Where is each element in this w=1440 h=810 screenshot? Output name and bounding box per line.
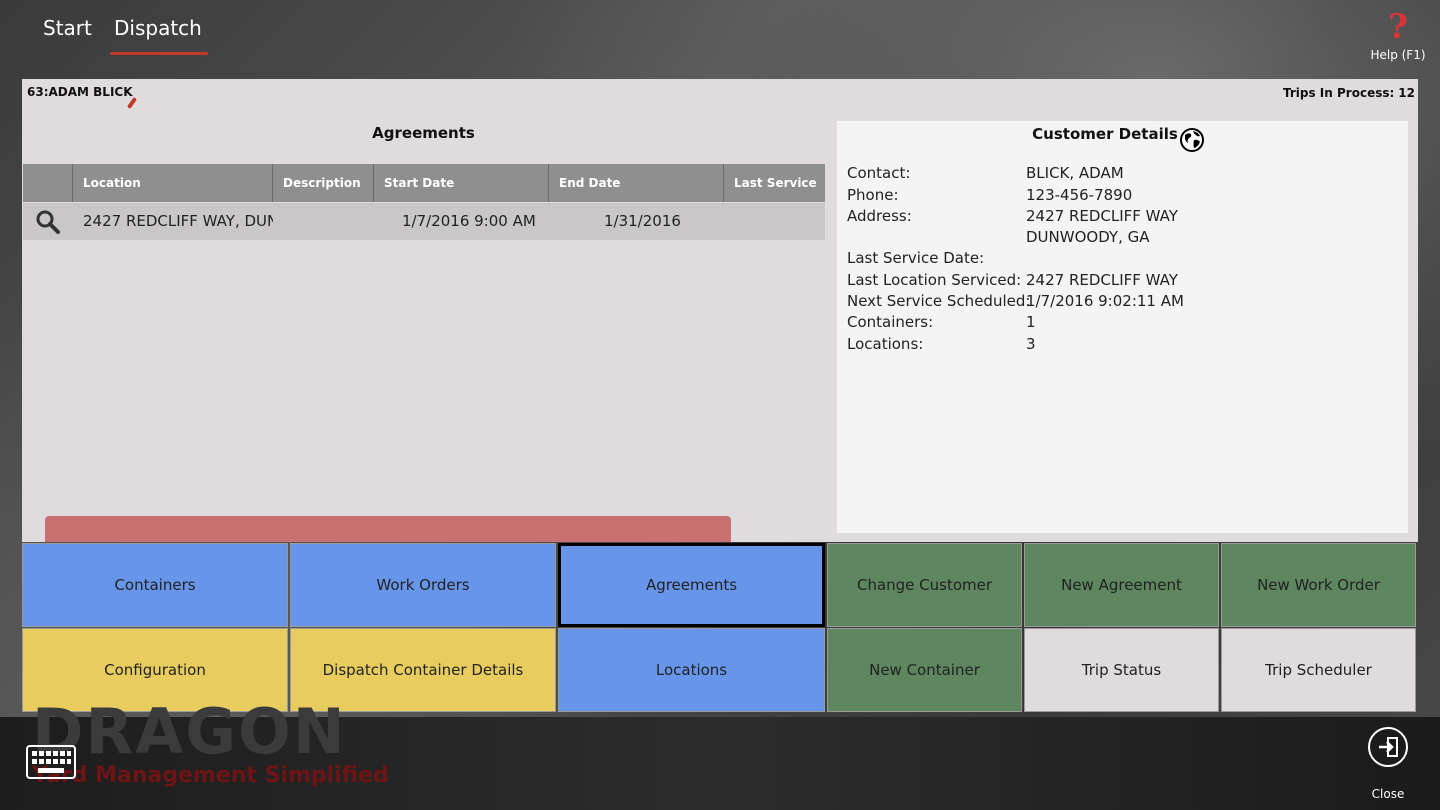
close-label: Close (1371, 787, 1405, 801)
tab-dispatch[interactable]: Dispatch (110, 16, 208, 55)
search-icon[interactable] (23, 203, 73, 240)
header-icon-col (23, 164, 73, 202)
main-panel: 63:ADAM BLICK Trips In Process: 12 Agreem… (22, 79, 1418, 542)
address-line2: DUNWOODY, GA (1026, 228, 1150, 246)
change-customer-button[interactable]: Change Customer (827, 543, 1022, 627)
last-location-label: Last Location Serviced: (847, 271, 1022, 289)
contact-value: BLICK, ADAM (1026, 164, 1124, 182)
customer-details-panel: Customer Details Contact: BLICK, ADAM Ph… (837, 121, 1408, 533)
trips-label: Trips In Process: (1283, 86, 1395, 100)
cell-end-date: 1/31/2016 (604, 212, 681, 230)
last-location-value: 2427 REDCLIFF WAY (1026, 271, 1178, 289)
tab-start[interactable]: Start (43, 16, 92, 44)
containers-value: 1 (1026, 313, 1036, 331)
next-service-label: Next Service Scheduled: (847, 292, 1031, 310)
new-agreement-button[interactable]: New Agreement (1024, 543, 1219, 627)
agreements-table-header: Location Description Start Date End Date… (23, 164, 825, 202)
locations-label: Locations: (847, 335, 924, 353)
help-label: Help (F1) (1370, 48, 1426, 62)
column-header-location[interactable]: Location (73, 164, 273, 202)
trip-scheduler-button[interactable]: Trip Scheduler (1221, 628, 1416, 712)
column-header-last-service[interactable]: Last Service (724, 164, 825, 202)
footer-bar: DRAGON Yard Management Simplified Close (0, 701, 1440, 810)
horizontal-scrollbar[interactable] (45, 516, 731, 542)
containers-label: Containers: (847, 313, 934, 331)
contact-label: Contact: (847, 164, 911, 182)
brand-tagline: Yard Management Simplified (32, 763, 389, 788)
exit-icon (1368, 727, 1408, 767)
address-line1: 2427 REDCLIFF WAY (1026, 207, 1178, 225)
locations-button[interactable]: Locations (558, 628, 825, 712)
cell-start-date: 1/7/2016 9:00 AM (402, 212, 536, 230)
new-container-button[interactable]: New Container (827, 628, 1022, 712)
customer-details-title: Customer Details (1032, 125, 1178, 143)
column-header-start-date[interactable]: Start Date (374, 164, 549, 202)
brand-watermark: DRAGON Yard Management Simplified (32, 701, 389, 789)
help-question-icon: ? (1388, 7, 1408, 47)
trips-in-process: Trips In Process: 12 (1279, 86, 1415, 100)
cell-last-service (724, 203, 825, 240)
phone-value: 123-456-7890 (1026, 186, 1133, 204)
column-header-end-date[interactable]: End Date (549, 164, 724, 202)
last-service-date-label: Last Service Date: (847, 249, 985, 267)
locations-value: 3 (1026, 335, 1036, 353)
help-button[interactable]: ? Help (F1) (1370, 10, 1426, 62)
work-orders-button[interactable]: Work Orders (290, 543, 556, 627)
cell-location: 2427 REDCLIFF WAY, DUNW (83, 212, 273, 230)
brand-name: DRAGON (32, 695, 347, 768)
globe-icon[interactable] (1179, 127, 1205, 153)
table-row[interactable]: 2427 REDCLIFF WAY, DUNW 1/7/2016 9:00 AM… (23, 203, 825, 240)
trips-value: 12 (1398, 86, 1415, 100)
agreements-button[interactable]: Agreements (558, 543, 825, 627)
phone-label: Phone: (847, 186, 899, 204)
cell-description (273, 203, 374, 240)
next-service-value: 1/7/2016 9:02:11 AM (1026, 292, 1184, 310)
address-label: Address: (847, 207, 912, 225)
trip-status-button[interactable]: Trip Status (1024, 628, 1219, 712)
keyboard-icon[interactable] (26, 745, 76, 779)
close-button[interactable]: Close (1366, 727, 1410, 801)
agreements-title: Agreements (372, 124, 475, 142)
containers-button[interactable]: Containers (22, 543, 288, 627)
column-header-description[interactable]: Description (273, 164, 374, 202)
customer-name: 63:ADAM BLICK (27, 85, 133, 99)
new-work-order-button[interactable]: New Work Order (1221, 543, 1416, 627)
